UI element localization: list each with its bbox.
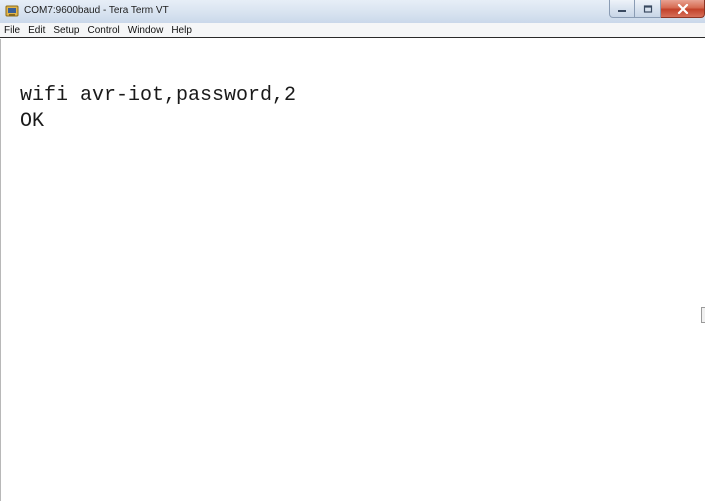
menu-setup[interactable]: Setup xyxy=(53,24,79,37)
close-icon xyxy=(677,3,688,14)
close-button[interactable] xyxy=(661,0,705,18)
maximize-icon xyxy=(643,4,652,13)
menu-bar: File Edit Setup Control Window Help xyxy=(0,23,705,38)
terminal-line: OK xyxy=(20,110,45,133)
caption-buttons xyxy=(609,0,705,20)
title-bar[interactable]: COM7:9600baud - Tera Term VT xyxy=(0,0,705,24)
terminal-area[interactable]: wifi avr-iot,password,2 OK xyxy=(0,39,705,501)
menu-file[interactable]: File xyxy=(4,24,20,37)
window-title: COM7:9600baud - Tera Term VT xyxy=(24,5,169,16)
teraterm-app-icon[interactable] xyxy=(5,4,19,18)
minimize-button[interactable] xyxy=(609,0,635,18)
minimize-icon xyxy=(618,9,626,12)
menu-help[interactable]: Help xyxy=(171,24,192,37)
menu-window[interactable]: Window xyxy=(128,24,164,37)
maximize-button[interactable] xyxy=(635,0,661,18)
terminal-line: wifi avr-iot,password,2 xyxy=(20,84,297,107)
menu-control[interactable]: Control xyxy=(88,24,120,37)
menu-edit[interactable]: Edit xyxy=(28,24,45,37)
tera-term-window: COM7:9600baud - Tera Term VT File Edit S… xyxy=(0,0,705,501)
terminal-left-border xyxy=(0,39,1,501)
scrollbar-edge[interactable] xyxy=(701,307,705,323)
